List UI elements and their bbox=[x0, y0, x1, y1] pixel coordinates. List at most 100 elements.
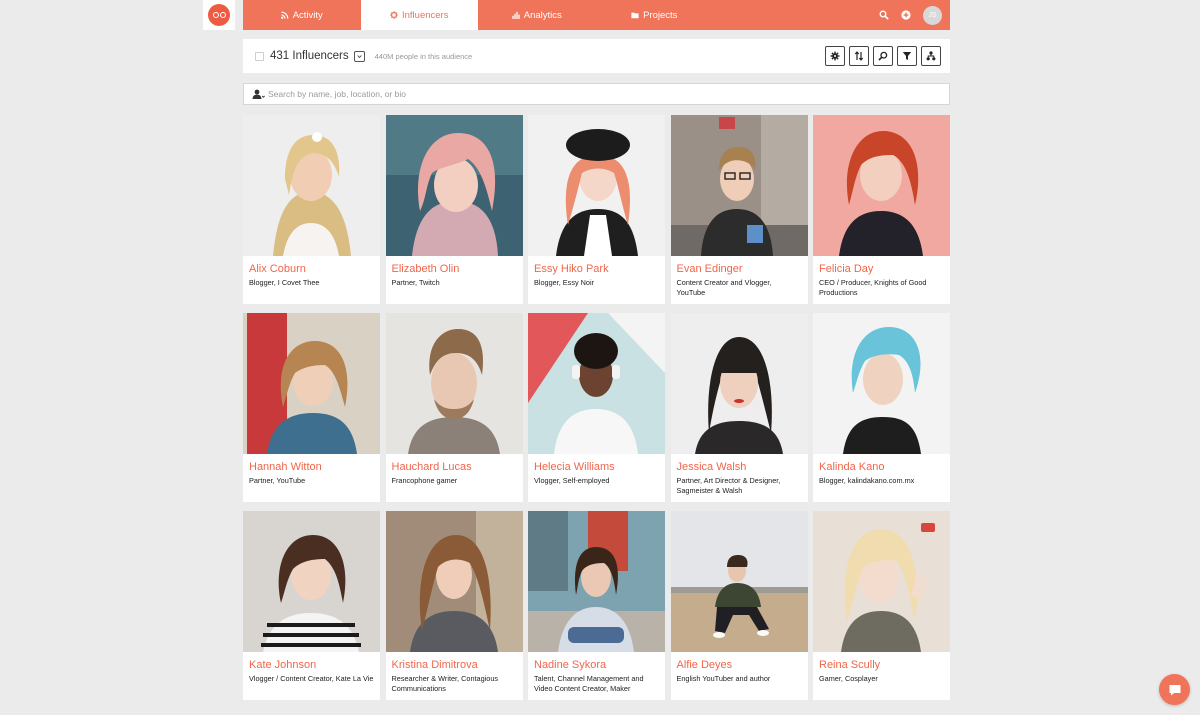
influencer-role: Talent, Channel Management and Video Con… bbox=[534, 674, 644, 693]
tab-activity-label: Activity bbox=[292, 9, 323, 21]
influencer-photo bbox=[813, 511, 950, 652]
tab-analytics-label: Analytics bbox=[523, 9, 562, 21]
search-button[interactable] bbox=[873, 46, 893, 66]
tab-influencers-label: Influencers bbox=[402, 9, 449, 21]
tab-projects-label: Projects bbox=[643, 9, 678, 21]
influencer-photo bbox=[528, 115, 665, 256]
tab-analytics[interactable]: Analytics bbox=[478, 0, 596, 30]
influencer-card[interactable]: Felicia Day CEO / Producer, Knights of G… bbox=[813, 115, 950, 304]
influencer-card[interactable]: Hauchard Lucas Francophone gamer bbox=[385, 313, 523, 502]
influencer-photo bbox=[528, 313, 665, 454]
influencer-photo bbox=[813, 115, 950, 256]
influencer-role: Partner, Twitch bbox=[391, 278, 440, 287]
influencer-name[interactable]: Kalinda Kano bbox=[819, 461, 944, 474]
influencer-name[interactable]: Elizabeth Olin bbox=[392, 263, 517, 276]
hierarchy-button[interactable] bbox=[921, 46, 941, 66]
influencer-name[interactable]: Alfie Deyes bbox=[677, 659, 802, 672]
settings-button[interactable] bbox=[825, 46, 845, 66]
influencer-name[interactable]: Essy Hiko Park bbox=[534, 263, 659, 276]
magnifier-icon bbox=[878, 51, 888, 61]
toolbar bbox=[825, 46, 950, 66]
select-all-checkbox[interactable] bbox=[255, 51, 264, 61]
influencer-name[interactable]: Jessica Walsh bbox=[677, 461, 802, 474]
logo-icon bbox=[208, 4, 230, 26]
search-input[interactable] bbox=[268, 89, 908, 99]
top-navigation: Activity Influencers Analytics Projects bbox=[243, 0, 950, 30]
rss-icon bbox=[280, 11, 289, 19]
influencer-card[interactable]: Nadine Sykora Talent, Channel Management… bbox=[528, 511, 665, 700]
influencer-name[interactable]: Felicia Day bbox=[819, 263, 944, 276]
influencer-card[interactable]: Kalinda Kano Blogger, kalindakano.com.mx bbox=[813, 313, 950, 502]
influencer-role: Researcher & Writer, Contagious Communic… bbox=[391, 674, 499, 693]
influencer-photo bbox=[813, 313, 950, 454]
chat-button[interactable] bbox=[1159, 674, 1190, 705]
influencer-role: Francophone gamer bbox=[391, 476, 458, 485]
influencer-photo bbox=[528, 511, 665, 652]
hierarchy-icon bbox=[926, 51, 936, 61]
search-icon[interactable] bbox=[879, 10, 889, 20]
influencer-name[interactable]: Kristina Dimitrova bbox=[392, 659, 517, 672]
influencer-photo bbox=[385, 511, 523, 652]
influencer-name[interactable]: Nadine Sykora bbox=[534, 659, 659, 672]
folder-icon bbox=[631, 12, 639, 19]
influencer-name[interactable]: Kate Johnson bbox=[249, 659, 374, 672]
influencer-count: 431 Influencers bbox=[270, 50, 349, 62]
influencer-role: Partner, YouTube bbox=[249, 476, 306, 485]
influencer-card[interactable]: Kristina Dimitrova Researcher & Writer, … bbox=[385, 511, 523, 700]
influencer-role: Vlogger, Self-employed bbox=[534, 476, 610, 485]
influencer-role: Partner, Art Director & Designer, Sagmei… bbox=[676, 476, 781, 495]
person-search-icon bbox=[252, 89, 265, 99]
influencer-card[interactable]: Elizabeth Olin Partner, Twitch bbox=[385, 115, 523, 304]
influencer-photo bbox=[385, 313, 523, 454]
influencer-role: CEO / Producer, Knights of Good Producti… bbox=[819, 278, 927, 297]
avatar-initials: JS bbox=[928, 11, 937, 19]
top-actions: JS bbox=[879, 0, 950, 30]
influencer-role: Vlogger / Content Creator, Kate La Vie bbox=[249, 674, 374, 683]
influencer-photo bbox=[385, 115, 523, 256]
influencer-role: Blogger, kalindakano.com.mx bbox=[819, 476, 915, 485]
influencer-photo bbox=[670, 511, 808, 652]
influencer-role: English YouTuber and author bbox=[676, 674, 771, 683]
filter-icon bbox=[902, 52, 912, 60]
influencer-card[interactable]: Evan Edinger Content Creator and Vlogger… bbox=[670, 115, 808, 304]
tab-activity[interactable]: Activity bbox=[243, 0, 361, 30]
influencer-role: Blogger, Essy Noir bbox=[534, 278, 595, 287]
tab-projects[interactable]: Projects bbox=[596, 0, 714, 30]
influencer-card[interactable]: Alfie Deyes English YouTuber and author bbox=[670, 511, 808, 700]
influencer-photo bbox=[670, 313, 808, 454]
settings-icon bbox=[830, 51, 840, 61]
app-logo[interactable] bbox=[203, 0, 235, 30]
filter-button[interactable] bbox=[897, 46, 917, 66]
audience-reach: 440M people in this audience bbox=[374, 51, 473, 61]
influencer-card[interactable]: Hannah Witton Partner, YouTube bbox=[243, 313, 380, 502]
audience-dropdown-button[interactable] bbox=[353, 50, 365, 62]
influencer-photo bbox=[670, 115, 808, 256]
influencer-card[interactable]: Reina Scully Gamer, Cosplayer bbox=[813, 511, 950, 700]
influencer-name[interactable]: Alix Coburn bbox=[249, 263, 374, 276]
influencer-name[interactable]: Hauchard Lucas bbox=[392, 461, 517, 474]
influencer-role: Content Creator and Vlogger, YouTube bbox=[676, 278, 772, 297]
influencer-photo bbox=[243, 313, 380, 454]
sort-button[interactable] bbox=[849, 46, 869, 66]
influencer-grid: Alix Coburn Blogger, I Covet Thee Elizab… bbox=[243, 115, 950, 700]
tab-influencers[interactable]: Influencers bbox=[360, 0, 478, 30]
influencer-name[interactable]: Helecia Williams bbox=[534, 461, 659, 474]
search-bar bbox=[243, 83, 950, 105]
influencer-card[interactable]: Essy Hiko Park Blogger, Essy Noir bbox=[528, 115, 665, 304]
chat-bubble-icon bbox=[1169, 684, 1180, 695]
influencer-name[interactable]: Reina Scully bbox=[819, 659, 944, 672]
chevron-down-icon bbox=[356, 54, 362, 58]
influencer-card[interactable]: Kate Johnson Vlogger / Content Creator, … bbox=[243, 511, 380, 700]
influencer-name[interactable]: Hannah Witton bbox=[249, 461, 374, 474]
add-icon[interactable] bbox=[901, 10, 911, 20]
bar-chart-icon bbox=[512, 11, 520, 19]
influencer-card[interactable]: Jessica Walsh Partner, Art Director & De… bbox=[670, 313, 808, 502]
influencer-card[interactable]: Helecia Williams Vlogger, Self-employed bbox=[528, 313, 665, 502]
avatar[interactable]: JS bbox=[923, 5, 942, 25]
sort-icon bbox=[854, 51, 864, 61]
gear-icon bbox=[390, 11, 398, 19]
audience-header: 431 Influencers 440M people in this audi… bbox=[243, 39, 950, 73]
influencer-name[interactable]: Evan Edinger bbox=[677, 263, 802, 276]
influencer-role: Gamer, Cosplayer bbox=[819, 674, 878, 683]
influencer-card[interactable]: Alix Coburn Blogger, I Covet Thee bbox=[243, 115, 380, 304]
